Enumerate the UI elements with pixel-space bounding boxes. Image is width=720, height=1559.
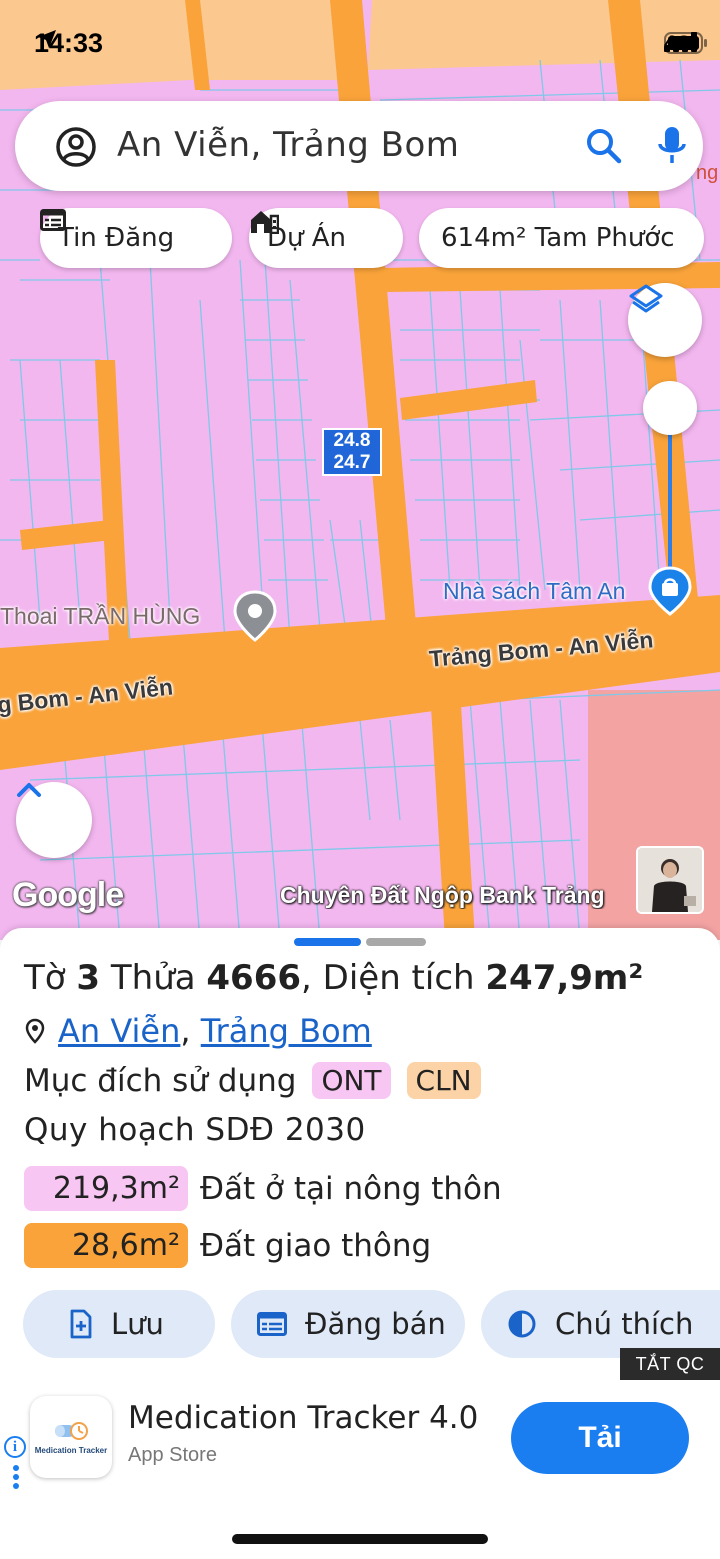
parcel-area: 247,9m²: [485, 958, 644, 998]
legend-button-label: Chú thích: [555, 1307, 694, 1341]
save-button-label: Lưu: [111, 1307, 164, 1341]
opacity-slider-handle[interactable]: [643, 381, 697, 435]
plan-item-label: Đất giao thông: [200, 1227, 432, 1264]
plan-item-transport: 28,6m² Đất giao thông: [24, 1223, 431, 1268]
land-use-label: Mục đích sử dụng: [24, 1062, 297, 1099]
parcel-width-bottom: 24.7: [333, 452, 371, 473]
person-photo-icon: [638, 848, 702, 912]
ad-store: App Store: [128, 1444, 217, 1466]
ad-title[interactable]: Medication Tracker 4.0: [128, 1400, 478, 1436]
parcel-number: 4666: [206, 958, 302, 998]
calendar-list-icon: [257, 1312, 287, 1336]
chip-listings-label: Tin Đăng: [58, 223, 175, 253]
map-pin-icon: [233, 590, 277, 642]
ad-app-icon-text: Medication Tracker: [34, 1445, 108, 1455]
home-indicator[interactable]: [232, 1534, 488, 1544]
file-add-icon: [70, 1309, 92, 1339]
commune-link[interactable]: An Viễn: [58, 1012, 180, 1050]
post-for-sale-button[interactable]: Đăng bán: [231, 1290, 465, 1358]
land-use-row: Mục đích sử dụng ONT CLN: [24, 1062, 481, 1099]
chip-saved-search[interactable]: 614m² Tam Phước: [419, 208, 704, 268]
chip-projects[interactable]: Dự Án: [249, 208, 403, 268]
chip-listings[interactable]: Tin Đăng: [40, 208, 232, 268]
status-bar: 14:33 4G: [0, 0, 720, 90]
search-icon[interactable]: [585, 127, 623, 165]
plan-item-area: 28,6m²: [24, 1223, 188, 1268]
post-for-sale-label: Đăng bán: [305, 1307, 446, 1341]
location-row: An Viễn, Trảng Bom: [24, 1012, 372, 1050]
microphone-icon[interactable]: [657, 125, 687, 167]
map-ad-thumbnail[interactable]: [636, 846, 704, 914]
pill-icon: [55, 1421, 88, 1440]
building-icon: [251, 211, 279, 234]
turn-off-ads-button[interactable]: TẮT QC: [620, 1348, 720, 1380]
ad-banner[interactable]: i Medication Tracker Medication Tracker …: [0, 1380, 720, 1496]
zoning-plan-label: Quy hoạch SDĐ 2030: [24, 1112, 366, 1148]
search-bar[interactable]: An Viễn, Trảng Bom: [15, 101, 703, 191]
location-arrow-icon: [38, 30, 56, 48]
parcel-width-top: 24.8: [333, 430, 371, 451]
parcel-prefix: Thửa: [110, 958, 196, 998]
battery-icon: [663, 32, 707, 54]
ad-options-icon[interactable]: [12, 1462, 20, 1492]
plan-item-label: Đất ở tại nông thôn: [200, 1170, 502, 1207]
calendar-list-icon: [40, 209, 66, 231]
layers-icon: [629, 284, 663, 313]
ad-info-icon[interactable]: i: [4, 1436, 26, 1458]
plan-item-area: 219,3m²: [24, 1166, 188, 1211]
land-use-tag-ont[interactable]: ONT: [312, 1062, 391, 1099]
chip-saved-search-label: 614m² Tam Phước: [441, 223, 675, 253]
status-indicators: 4G: [663, 32, 707, 56]
page-indicator-inactive[interactable]: [366, 938, 426, 946]
contrast-icon: [508, 1310, 536, 1338]
map-edge-label: ng Qu: [696, 162, 720, 184]
area-prefix: , Diện tích: [301, 958, 475, 998]
map-ad-caption[interactable]: Chuyên Đất Ngộp Bank Trảng: [280, 882, 635, 909]
land-use-tag-cln[interactable]: CLN: [406, 1062, 481, 1099]
selected-parcel-dimensions[interactable]: 24.8 24.7: [322, 428, 382, 476]
poi-pin[interactable]: [232, 590, 278, 642]
plan-item-residential: 219,3m² Đất ở tại nông thôn: [24, 1166, 502, 1211]
save-button[interactable]: Lưu: [23, 1290, 215, 1358]
sheet-prefix: Tờ: [24, 958, 66, 998]
sheet-number: 3: [76, 958, 101, 998]
parcel-info-sheet[interactable]: Tờ 3 Thửa 4666, Diện tích 247,9m² An Viễ…: [0, 928, 720, 1380]
google-logo: Google: [12, 876, 124, 914]
chevron-up-icon: [17, 783, 41, 797]
poi-label-phone-shop[interactable]: Thoai TRẦN HÙNG: [0, 603, 200, 630]
bookstore-pin[interactable]: [648, 566, 692, 616]
shopping-bag-pin-icon: [648, 566, 692, 616]
location-separator: ,: [180, 1012, 191, 1050]
poi-label-bookstore[interactable]: Nhà sách Tâm An: [443, 578, 625, 605]
layers-button[interactable]: [628, 283, 702, 357]
ad-app-icon[interactable]: Medication Tracker: [30, 1396, 112, 1478]
parcel-title: Tờ 3 Thửa 4666, Diện tích 247,9m²: [24, 958, 643, 998]
status-time: 14:33: [34, 28, 104, 58]
expand-sheet-button[interactable]: [16, 782, 92, 858]
page-indicator-active[interactable]: [294, 938, 361, 946]
ad-download-button[interactable]: Tải: [511, 1402, 689, 1474]
map-view[interactable]: Thoai TRẦN HÙNG Nhà sách Tâm An Trảng Bo…: [0, 0, 720, 940]
account-icon[interactable]: [55, 126, 97, 168]
search-input[interactable]: An Viễn, Trảng Bom: [117, 125, 459, 165]
location-pin-icon: [25, 1018, 45, 1044]
district-link[interactable]: Trảng Bom: [201, 1012, 372, 1050]
